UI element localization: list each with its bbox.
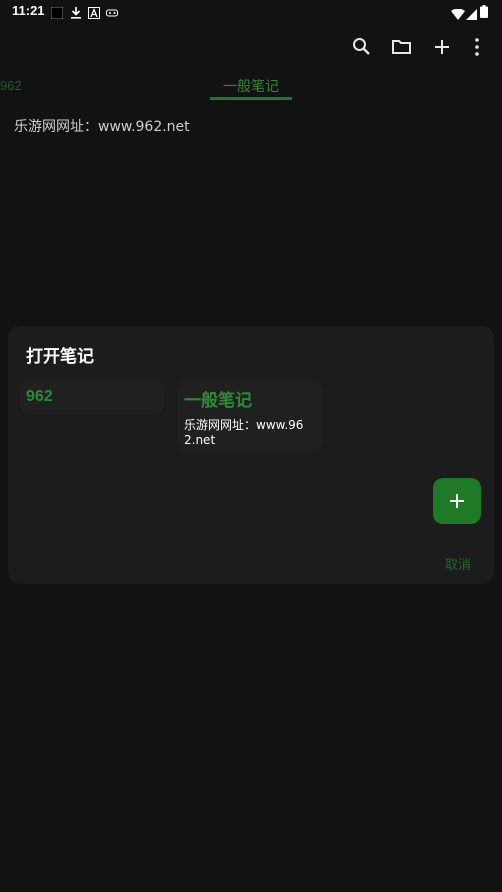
dialog-title: 打开笔记 — [26, 347, 94, 367]
tab-962[interactable]: 962 — [0, 78, 22, 93]
search-icon[interactable] — [351, 36, 373, 58]
tab-general-notes[interactable]: 一般笔记 — [210, 76, 292, 96]
status-time: 11:21 — [12, 3, 45, 18]
download-icon — [70, 4, 82, 23]
add-icon[interactable] — [431, 36, 453, 58]
notification-square-icon — [50, 4, 64, 23]
add-notebook-button[interactable] — [433, 478, 481, 524]
notebook-card-general-notes[interactable]: 一般笔记 乐游网网址：www.962.net — [178, 380, 322, 452]
battery-icon — [480, 3, 488, 22]
notebook-card-title: 962 — [26, 388, 53, 405]
notebook-card-962[interactable]: 962 — [20, 380, 164, 414]
open-note-dialog: 打开笔记 962 一般笔记 乐游网网址：www.962.net 取消 — [8, 326, 494, 584]
more-icon[interactable] — [466, 36, 488, 58]
tab-indicator — [210, 97, 292, 100]
signal-icon — [466, 5, 477, 24]
note-content[interactable]: 乐游网网址：www.962.net — [14, 116, 190, 136]
text-a-icon — [88, 4, 100, 23]
status-bar: 11:21 — [0, 0, 502, 24]
notebook-card-preview: 乐游网网址：www.962.net — [184, 418, 304, 447]
gamepad-icon — [106, 4, 118, 23]
wifi-icon — [451, 5, 465, 24]
plus-icon — [450, 494, 464, 508]
cancel-button[interactable]: 取消 — [445, 554, 471, 573]
folder-icon[interactable] — [391, 36, 413, 58]
notebook-card-title: 一般笔记 — [184, 391, 252, 411]
